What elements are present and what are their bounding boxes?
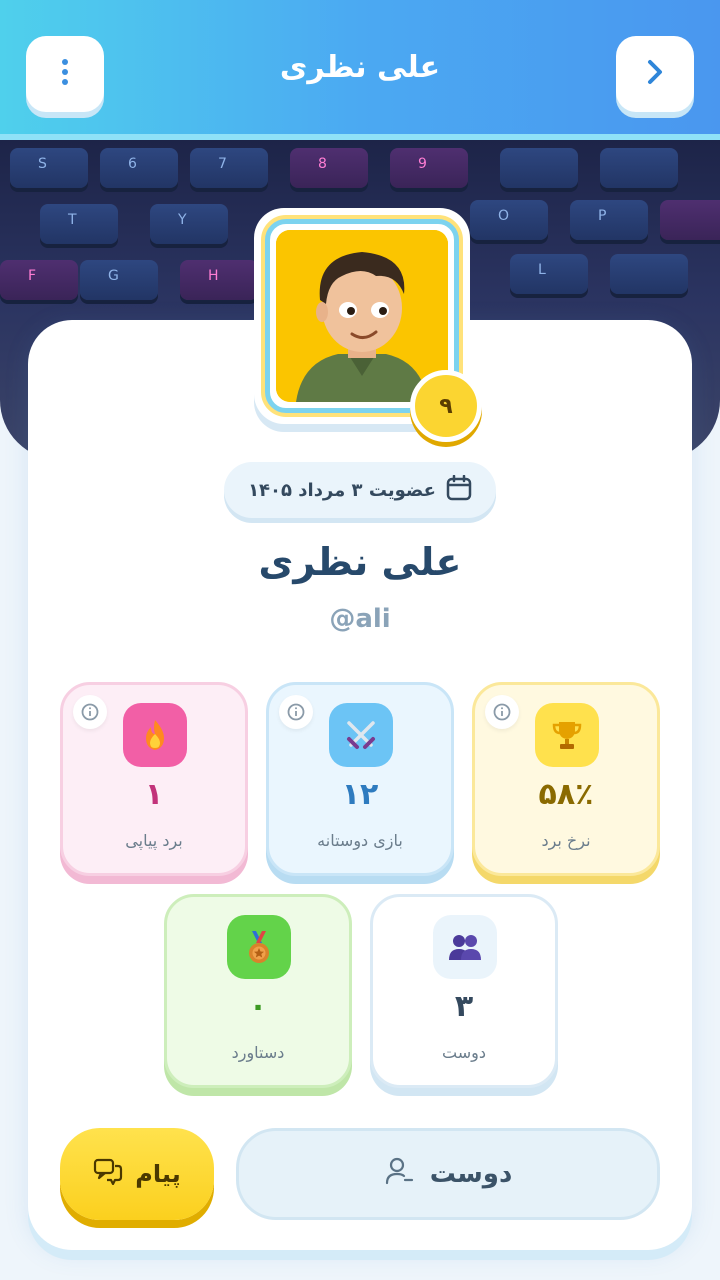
profile-handle: @ali bbox=[329, 604, 391, 634]
stat-label: دستاورد bbox=[231, 1043, 285, 1062]
avatar-image bbox=[276, 230, 448, 402]
back-button[interactable] bbox=[616, 36, 694, 112]
crossed-swords-icon bbox=[329, 703, 393, 767]
stat-label: نرخ برد bbox=[541, 831, 591, 850]
info-icon[interactable] bbox=[279, 695, 313, 729]
chat-icon bbox=[93, 1157, 123, 1191]
add-friend-label: دوست bbox=[429, 1159, 513, 1189]
info-icon[interactable] bbox=[485, 695, 519, 729]
user-plus-icon bbox=[384, 1156, 414, 1193]
chevron-right-icon bbox=[646, 58, 664, 90]
header-title: علی نظری bbox=[279, 50, 441, 85]
info-icon[interactable] bbox=[73, 695, 107, 729]
fire-icon bbox=[123, 703, 187, 767]
top-app-bar: علی نظری bbox=[0, 0, 720, 140]
stat-label: دوست bbox=[442, 1043, 486, 1062]
message-button[interactable]: پیام bbox=[60, 1128, 214, 1220]
message-label: پیام bbox=[135, 1160, 181, 1188]
stat-win-streak[interactable]: ۱ برد پیاپی bbox=[60, 682, 248, 876]
stat-value: ۳ bbox=[454, 989, 474, 1024]
people-icon bbox=[433, 915, 497, 979]
medal-icon bbox=[227, 915, 291, 979]
stat-value: ۱۲ bbox=[341, 777, 379, 812]
stat-value: ۱ bbox=[144, 777, 164, 812]
stat-friendly-games[interactable]: ۱۲ بازی دوستانه bbox=[266, 682, 454, 876]
profile-name: علی نظری bbox=[258, 540, 462, 584]
member-since-badge: عضویت ۳ مرداد ۱۴۰۵ bbox=[224, 462, 496, 518]
stat-value: ۵۸٪ bbox=[538, 777, 594, 812]
calendar-icon bbox=[446, 474, 472, 506]
add-friend-button[interactable]: دوست bbox=[236, 1128, 660, 1220]
stat-label: برد پیاپی bbox=[125, 831, 183, 850]
stat-friends[interactable]: ۳ دوست bbox=[370, 894, 558, 1088]
member-since-text: عضویت ۳ مرداد ۱۴۰۵ bbox=[248, 479, 436, 501]
stat-win-rate[interactable]: ۵۸٪ نرخ برد bbox=[472, 682, 660, 876]
trophy-icon bbox=[535, 703, 599, 767]
stat-achievements[interactable]: ۰ دستاورد bbox=[164, 894, 352, 1088]
stat-value: ۰ bbox=[248, 989, 268, 1024]
stat-label: بازی دوستانه bbox=[317, 831, 403, 850]
level-badge: ۹ bbox=[410, 370, 482, 442]
